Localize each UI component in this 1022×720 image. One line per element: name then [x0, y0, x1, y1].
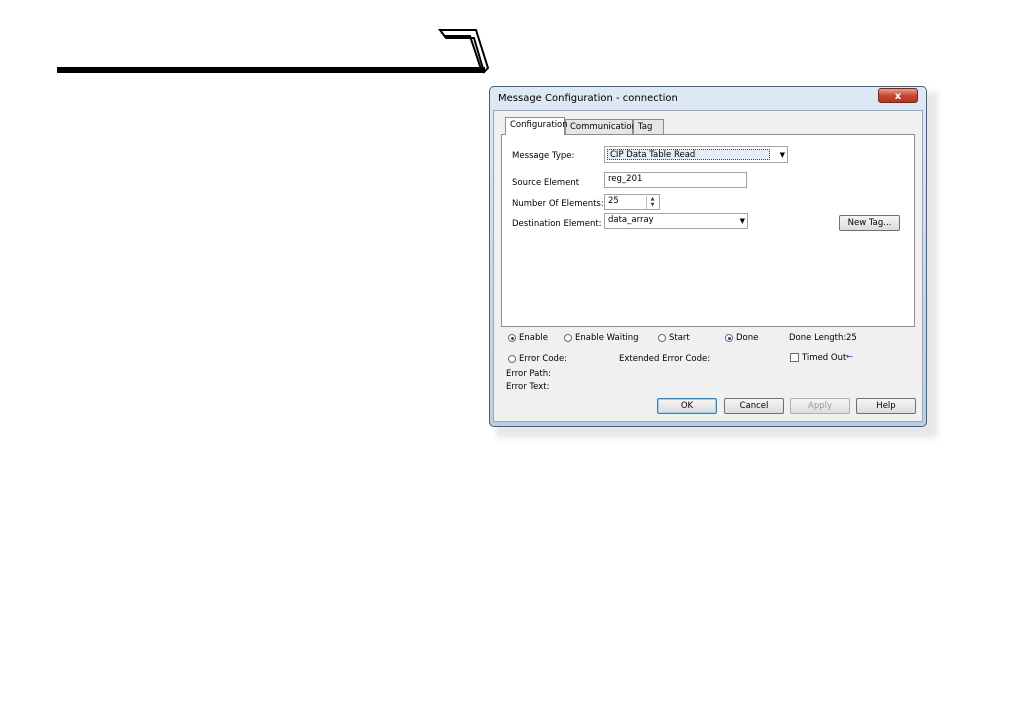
timed-out-label: Timed Out — [802, 353, 847, 363]
number-of-elements-value: 25 — [608, 196, 619, 206]
apply-button[interactable]: Apply — [790, 398, 850, 414]
done-length-label: Done Length: — [789, 333, 847, 343]
message-type-value: CIP Data Table Read — [607, 149, 770, 160]
timed-out-checkbox[interactable] — [790, 353, 799, 362]
start-label: Start — [669, 333, 690, 343]
header-chevron-icon — [438, 29, 490, 74]
error-code-label: Error Code: — [519, 354, 568, 364]
close-button[interactable]: x — [878, 88, 918, 103]
header-rule — [57, 67, 485, 73]
ok-button[interactable]: OK — [657, 398, 717, 414]
source-element-label: Source Element — [512, 178, 580, 188]
done-label: Done — [736, 333, 759, 343]
destination-element-label: Destination Element: — [512, 219, 602, 229]
tab-configuration[interactable]: Configuration — [505, 117, 568, 135]
dialog-title: Message Configuration - connection — [498, 93, 678, 104]
number-of-elements-stepper[interactable]: 25 ▲ ▼ — [604, 194, 660, 210]
done-radio — [725, 334, 733, 342]
chevron-down-icon: ▼ — [779, 151, 785, 159]
source-element-field[interactable]: reg_201 — [604, 172, 747, 188]
message-type-select[interactable]: CIP Data Table Read ▼ — [604, 146, 788, 163]
done-length-value: 25 — [846, 333, 857, 343]
error-text-label: Error Text: — [506, 382, 550, 392]
chevron-down-icon: ▼ — [739, 217, 745, 225]
tab-communication[interactable]: Communication — [565, 119, 637, 134]
message-type-label: Message Type: — [512, 151, 575, 161]
destination-element-select[interactable]: data_array ▼ — [604, 213, 748, 229]
enable-radio — [508, 334, 516, 342]
error-code-radio — [508, 355, 516, 363]
dialog-client: Configuration Communication Tag Message … — [493, 110, 923, 422]
enable-waiting-label: Enable Waiting — [575, 333, 639, 343]
number-of-elements-label: Number Of Elements: — [512, 199, 604, 209]
arrow-left-icon: ← — [846, 352, 854, 362]
enable-waiting-radio — [564, 334, 572, 342]
close-icon: x — [894, 91, 902, 102]
tab-tag[interactable]: Tag — [633, 119, 664, 134]
extended-error-code-label: Extended Error Code: — [619, 354, 711, 364]
start-radio — [658, 334, 666, 342]
new-tag-button[interactable]: New Tag... — [839, 215, 900, 231]
configuration-panel: Message Type: CIP Data Table Read ▼ Sour… — [501, 134, 915, 327]
spin-arrows-icon[interactable]: ▲ ▼ — [646, 196, 658, 209]
enable-label: Enable — [519, 333, 548, 343]
message-configuration-dialog: Message Configuration - connection x Con… — [489, 86, 927, 427]
help-button[interactable]: Help — [856, 398, 916, 414]
cancel-button[interactable]: Cancel — [724, 398, 784, 414]
destination-element-value: data_array — [608, 215, 654, 225]
error-path-label: Error Path: — [506, 369, 551, 379]
